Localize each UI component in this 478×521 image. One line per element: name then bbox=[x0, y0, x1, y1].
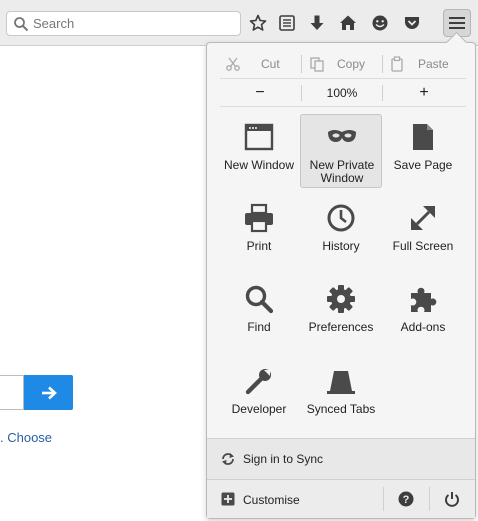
gear-icon bbox=[327, 285, 355, 313]
copy-label: Copy bbox=[337, 57, 366, 71]
edit-divider bbox=[382, 55, 383, 73]
download-icon bbox=[310, 15, 324, 30]
quit-button[interactable] bbox=[439, 487, 465, 511]
history-label: History bbox=[322, 239, 360, 253]
find-button[interactable]: Find bbox=[218, 277, 300, 351]
scissors-icon bbox=[226, 57, 240, 71]
hello-button[interactable] bbox=[368, 11, 392, 35]
reading-list-icon bbox=[279, 15, 295, 31]
footer-divider bbox=[383, 487, 384, 511]
browser-toolbar bbox=[0, 0, 478, 46]
developer-label: Developer bbox=[231, 402, 287, 416]
add-ons-label: Add-ons bbox=[400, 320, 446, 334]
fullscreen-icon bbox=[411, 206, 435, 230]
home-button[interactable] bbox=[336, 11, 360, 35]
paste-icon bbox=[391, 56, 403, 72]
plus-box-icon bbox=[221, 492, 235, 506]
copy-icon bbox=[310, 57, 324, 72]
synced-tabs-icon bbox=[327, 371, 355, 394]
developer-button[interactable]: Developer bbox=[218, 359, 300, 433]
footer-divider bbox=[429, 487, 430, 511]
history-clock-icon bbox=[327, 204, 355, 232]
find-label: Find bbox=[247, 320, 271, 334]
edit-controls: Cut Copy Paste bbox=[220, 52, 466, 76]
help-button[interactable]: ? bbox=[393, 487, 419, 511]
sign-in-to-sync-label: Sign in to Sync bbox=[243, 452, 324, 466]
find-icon bbox=[245, 285, 274, 314]
home-icon bbox=[340, 15, 356, 30]
synced-tabs-label: Synced Tabs bbox=[306, 402, 376, 416]
menu-separator bbox=[220, 106, 466, 107]
power-icon bbox=[445, 492, 459, 507]
zoom-controls: − 100% + bbox=[220, 82, 466, 104]
zoom-out-button[interactable]: − bbox=[244, 82, 276, 104]
window-icon bbox=[244, 123, 274, 151]
help-icon: ? bbox=[398, 491, 414, 507]
star-icon bbox=[249, 14, 267, 31]
zoom-in-button[interactable]: + bbox=[408, 82, 440, 104]
edit-divider bbox=[301, 55, 302, 73]
preferences-button[interactable]: Preferences bbox=[300, 277, 382, 351]
full-screen-button[interactable]: Full Screen bbox=[382, 196, 464, 270]
cut-button[interactable]: Cut bbox=[225, 52, 280, 76]
copy-button[interactable]: Copy bbox=[309, 52, 365, 76]
menu-icon bbox=[449, 17, 465, 29]
pocket-button[interactable] bbox=[400, 11, 424, 35]
customise-button[interactable]: Customise bbox=[207, 480, 383, 518]
sync-icon bbox=[222, 453, 234, 465]
full-screen-label: Full Screen bbox=[392, 239, 454, 253]
go-button[interactable] bbox=[24, 375, 73, 410]
save-page-button[interactable]: Save Page bbox=[382, 115, 464, 189]
menu-footer: Customise ? bbox=[207, 479, 475, 518]
wrench-icon bbox=[245, 369, 271, 395]
page-input-field[interactable] bbox=[0, 375, 24, 410]
customise-label: Customise bbox=[243, 493, 300, 507]
choose-link[interactable]: . Choose bbox=[0, 430, 52, 445]
new-window-button[interactable]: New Window bbox=[218, 115, 300, 189]
search-icon bbox=[14, 17, 29, 32]
zoom-reset-button[interactable]: 100% bbox=[302, 82, 382, 104]
new-private-window-button[interactable]: New Private Window bbox=[300, 114, 382, 188]
save-page-label: Save Page bbox=[393, 158, 453, 172]
search-input[interactable] bbox=[33, 14, 233, 33]
menu-separator bbox=[220, 78, 466, 79]
pocket-icon bbox=[405, 17, 419, 29]
private-mask-icon bbox=[328, 130, 356, 142]
arrow-right-icon bbox=[41, 386, 57, 399]
search-box[interactable] bbox=[6, 11, 241, 36]
downloads-button[interactable] bbox=[305, 11, 329, 35]
add-ons-button[interactable]: Add-ons bbox=[382, 277, 464, 351]
history-button[interactable]: History bbox=[300, 196, 382, 270]
save-page-icon bbox=[413, 124, 433, 150]
new-private-window-label: New Private Window bbox=[309, 158, 375, 185]
print-button[interactable]: Print bbox=[218, 196, 300, 270]
paste-button[interactable]: Paste bbox=[390, 52, 449, 76]
svg-text:?: ? bbox=[403, 494, 410, 506]
reading-list-button[interactable] bbox=[275, 11, 299, 35]
puzzle-icon bbox=[411, 287, 437, 312]
new-window-label: New Window bbox=[223, 158, 295, 172]
hello-icon bbox=[372, 15, 388, 31]
preferences-label: Preferences bbox=[308, 320, 374, 334]
zoom-divider bbox=[382, 85, 383, 101]
sign-in-to-sync-button[interactable]: Sign in to Sync bbox=[207, 438, 475, 479]
paste-label: Paste bbox=[418, 57, 449, 71]
cut-label: Cut bbox=[261, 57, 280, 71]
print-label: Print bbox=[246, 239, 272, 253]
print-icon bbox=[245, 203, 273, 233]
bookmark-star-button[interactable] bbox=[246, 11, 270, 35]
synced-tabs-button[interactable]: Synced Tabs bbox=[300, 359, 382, 433]
